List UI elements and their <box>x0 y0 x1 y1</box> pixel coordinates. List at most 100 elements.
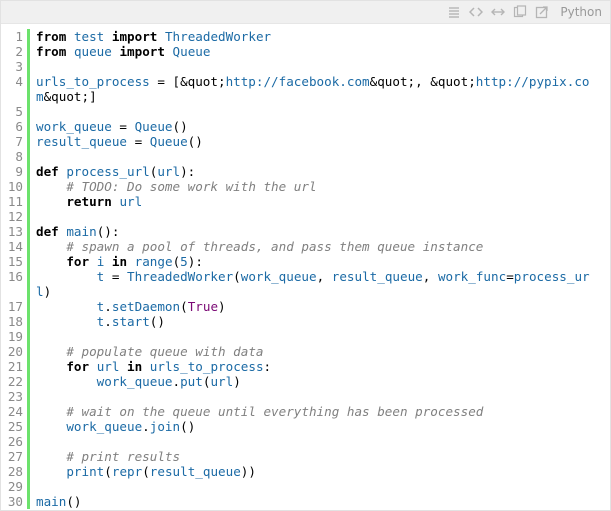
code-token: from <box>36 29 67 44</box>
code-token: ( <box>142 464 150 479</box>
code-token: main <box>36 494 67 509</box>
code-line: 10 # TODO: Do some work with the url <box>1 179 610 194</box>
line-source <box>30 209 36 224</box>
code-token: put <box>180 374 203 389</box>
view-source-icon[interactable] <box>446 4 462 20</box>
code-line: 20 # populate queue with data <box>1 344 610 359</box>
line-number: 1 <box>1 29 30 44</box>
code-token: ( <box>104 464 112 479</box>
code-line: 21 for url in urls_to_process: <box>1 359 610 374</box>
code-token: () <box>172 119 188 134</box>
code-line: 3 <box>1 59 610 74</box>
code-token: () <box>187 134 203 149</box>
code-token: ) <box>218 299 226 314</box>
code-line: 19 <box>1 329 610 344</box>
line-number: 28 <box>1 464 30 479</box>
line-number: 27 <box>1 449 30 464</box>
code-token: # print results <box>66 449 181 464</box>
line-number: 3 <box>1 59 30 74</box>
line-number: 21 <box>1 359 30 374</box>
code-token: = <box>506 269 514 284</box>
code-token: from <box>36 44 67 59</box>
code-token: repr <box>111 464 143 479</box>
line-source <box>30 389 36 404</box>
code-token: import <box>119 44 165 59</box>
line-source: return url <box>30 194 142 209</box>
code-token: , <box>316 269 332 284</box>
code-token: ): <box>180 164 196 179</box>
code-token: result_queue <box>331 269 423 284</box>
line-source: work_queue.put(url) <box>30 374 241 389</box>
code-token: () <box>180 419 196 434</box>
line-source: work_queue.join() <box>30 419 195 434</box>
code-token: ) <box>233 374 241 389</box>
expand-code-icon[interactable] <box>468 4 484 20</box>
code-line: 24 # wait on the queue until everything … <box>1 404 610 419</box>
code-token: urls_to_process <box>36 74 150 89</box>
line-source: for i in range(5): <box>30 254 203 269</box>
code-token: def <box>36 224 59 239</box>
line-source: t.start() <box>30 314 165 329</box>
line-source: result_queue = Queue() <box>30 134 203 149</box>
line-source: from queue import Queue <box>30 44 210 59</box>
code-token: http://pypix.co <box>475 74 590 89</box>
code-token: main <box>66 224 97 239</box>
line-number: 20 <box>1 344 30 359</box>
code-token: () <box>66 494 82 509</box>
code-line: 12 <box>1 209 610 224</box>
line-number: 19 <box>1 329 30 344</box>
line-number <box>1 284 30 299</box>
toggle-wrap-icon[interactable] <box>490 4 506 20</box>
line-number: 6 <box>1 119 30 134</box>
code-token: join <box>149 419 181 434</box>
code-token: for <box>66 359 90 374</box>
code-token: test <box>73 29 105 44</box>
code-token: &quot;] <box>43 89 97 104</box>
code-token: ) <box>43 284 52 299</box>
code-token: url <box>210 374 234 389</box>
copy-icon[interactable] <box>512 4 528 20</box>
code-token: ( <box>233 269 241 284</box>
line-number: 13 <box>1 224 30 239</box>
code-token: ThreadedWorker <box>127 269 234 284</box>
code-line: 30 main() <box>1 494 610 509</box>
code-line: 29 <box>1 479 610 494</box>
code-token: Queue <box>134 119 173 134</box>
line-source: print(repr(result_queue)) <box>30 464 256 479</box>
line-number <box>1 89 30 104</box>
code-token: queue <box>73 44 112 59</box>
code-token: , <box>422 269 438 284</box>
code-token: l <box>36 284 44 299</box>
code-token: work_func <box>437 269 507 284</box>
line-number: 23 <box>1 389 30 404</box>
code-token: setDaemon <box>111 299 181 314</box>
line-number: 30 <box>1 494 30 509</box>
line-source: main() <box>30 494 82 509</box>
line-number: 24 <box>1 404 30 419</box>
code-token: . <box>104 299 112 314</box>
line-number: 10 <box>1 179 30 194</box>
code-token: . <box>172 374 181 389</box>
line-number: 11 <box>1 194 30 209</box>
line-source <box>30 149 36 164</box>
code-line: 1 from test import ThreadedWorker <box>1 29 610 44</box>
code-line: l) <box>1 284 610 299</box>
code-token: m <box>36 89 44 104</box>
code-token: Queue <box>149 134 188 149</box>
popup-icon[interactable] <box>534 4 550 20</box>
code-token: # TODO: Do some work with the url <box>66 179 317 194</box>
